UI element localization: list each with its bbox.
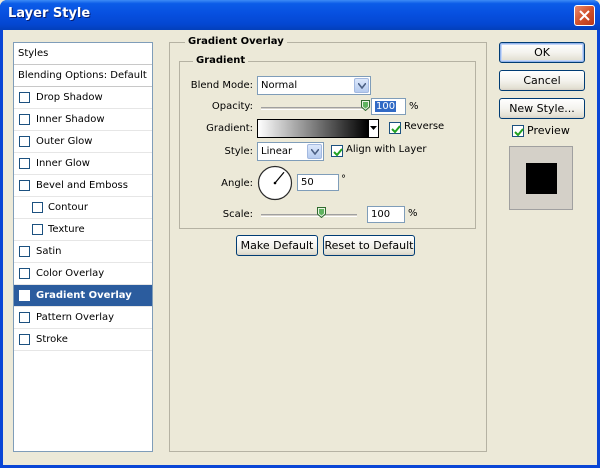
style-item-inner-shadow[interactable]: Inner Shadow bbox=[14, 109, 152, 131]
scale-label: Scale: bbox=[222, 209, 253, 220]
style-item-label: Color Overlay bbox=[36, 268, 105, 279]
style-value: Linear bbox=[261, 146, 293, 157]
style-item-label: Stroke bbox=[36, 334, 68, 345]
styles-list: Styles Blending Options: Default Drop Sh… bbox=[13, 42, 153, 452]
scale-value: 100 bbox=[371, 209, 391, 220]
styles-header[interactable]: Styles bbox=[14, 43, 152, 65]
reverse-check-box[interactable] bbox=[389, 122, 401, 134]
angle-dial[interactable] bbox=[257, 165, 293, 201]
style-select[interactable]: Linear bbox=[257, 142, 324, 161]
style-item-label: Bevel and Emboss bbox=[36, 180, 128, 191]
style-item-satin[interactable]: Satin bbox=[14, 241, 152, 263]
dialog-body: Styles Blending Options: Default Drop Sh… bbox=[3, 30, 597, 465]
style-item-label: Outer Glow bbox=[36, 136, 93, 147]
style-checkbox[interactable] bbox=[32, 202, 43, 213]
style-item-label: Inner Shadow bbox=[36, 114, 105, 125]
angle-label: Angle: bbox=[221, 178, 253, 189]
style-item-label: Inner Glow bbox=[36, 158, 90, 169]
style-item-label: Contour bbox=[48, 202, 88, 213]
checkmark-icon bbox=[391, 125, 401, 134]
close-icon bbox=[579, 10, 590, 21]
blend-mode-select[interactable]: Normal bbox=[257, 76, 371, 95]
style-item-inner-glow[interactable]: Inner Glow bbox=[14, 153, 152, 175]
opacity-value: 100 bbox=[375, 101, 397, 112]
style-checkbox[interactable] bbox=[19, 268, 30, 279]
preview-thumbnail bbox=[509, 146, 573, 210]
blending-options-item[interactable]: Blending Options: Default bbox=[14, 65, 152, 87]
style-item-label: Drop Shadow bbox=[36, 92, 103, 103]
new-style-button[interactable]: New Style... bbox=[499, 98, 585, 119]
scale-percent: % bbox=[408, 208, 418, 219]
style-item-label: Gradient Overlay bbox=[36, 290, 132, 301]
angle-value: 50 bbox=[301, 177, 314, 188]
close-button[interactable] bbox=[574, 5, 595, 26]
style-item-stroke[interactable]: Stroke bbox=[14, 329, 152, 351]
preview-check-box[interactable] bbox=[512, 125, 524, 137]
style-checkbox[interactable] bbox=[19, 136, 30, 147]
angle-input[interactable]: 50 bbox=[297, 174, 339, 191]
style-item-outer-glow[interactable]: Outer Glow bbox=[14, 131, 152, 153]
chevron-down-icon bbox=[358, 83, 366, 89]
blend-mode-value: Normal bbox=[261, 80, 298, 91]
opacity-input[interactable]: 100 bbox=[371, 98, 406, 115]
checkmark-icon bbox=[514, 128, 524, 137]
style-item-color-overlay[interactable]: Color Overlay bbox=[14, 263, 152, 285]
opacity-slider-thumb[interactable] bbox=[360, 100, 370, 111]
layer-style-window: Layer Style Styles Blending Options: Def… bbox=[0, 0, 600, 468]
checkmark-icon bbox=[333, 148, 343, 157]
style-item-label: Pattern Overlay bbox=[36, 312, 115, 323]
style-checkbox[interactable] bbox=[32, 224, 43, 235]
gradient-dropdown-button[interactable] bbox=[368, 119, 379, 138]
style-item-pattern-overlay[interactable]: Pattern Overlay bbox=[14, 307, 152, 329]
scale-input[interactable]: 100 bbox=[367, 206, 405, 223]
align-label: Align with Layer bbox=[346, 144, 427, 155]
style-checkbox[interactable] bbox=[19, 158, 30, 169]
title-bar[interactable]: Layer Style bbox=[0, 0, 600, 30]
style-item-label: Satin bbox=[36, 246, 62, 257]
gradient-label: Gradient: bbox=[206, 123, 253, 134]
style-checkbox[interactable] bbox=[19, 180, 30, 191]
scale-slider[interactable] bbox=[261, 214, 357, 217]
style-item-gradient-overlay[interactable]: Gradient Overlay bbox=[14, 285, 152, 307]
opacity-slider[interactable] bbox=[261, 107, 365, 110]
chevron-down-icon bbox=[311, 149, 319, 155]
panel-title: Gradient Overlay bbox=[185, 36, 287, 47]
opacity-label: Opacity: bbox=[211, 101, 253, 112]
style-checkbox[interactable] bbox=[19, 246, 30, 257]
style-item-bevel-and-emboss[interactable]: Bevel and Emboss bbox=[14, 175, 152, 197]
chevron-down-icon bbox=[370, 126, 377, 130]
opacity-percent: % bbox=[409, 101, 419, 112]
checkmark-icon bbox=[21, 292, 30, 301]
group-title: Gradient bbox=[193, 55, 249, 66]
style-label: Style: bbox=[224, 146, 254, 157]
style-checkbox[interactable] bbox=[19, 334, 30, 345]
make-default-button[interactable]: Make Default bbox=[236, 235, 318, 256]
ok-button[interactable]: OK bbox=[499, 42, 585, 63]
style-item-texture[interactable]: Texture bbox=[14, 219, 152, 241]
style-item-label: Texture bbox=[48, 224, 85, 235]
window-title: Layer Style bbox=[8, 6, 91, 21]
style-checkbox[interactable] bbox=[19, 290, 30, 301]
dropdown-button[interactable] bbox=[307, 144, 322, 159]
dropdown-button[interactable] bbox=[354, 78, 369, 93]
style-checkbox[interactable] bbox=[19, 92, 30, 103]
style-checkbox[interactable] bbox=[19, 312, 30, 323]
style-checkbox[interactable] bbox=[19, 114, 30, 125]
gradient-swatch[interactable] bbox=[257, 119, 369, 138]
degree-symbol: ° bbox=[341, 174, 346, 185]
reverse-label: Reverse bbox=[404, 121, 445, 132]
align-check-box[interactable] bbox=[331, 145, 343, 157]
reset-to-default-button[interactable]: Reset to Default bbox=[323, 235, 415, 256]
blend-mode-label: Blend Mode: bbox=[190, 80, 253, 91]
preview-swatch bbox=[526, 163, 557, 194]
preview-label: Preview bbox=[527, 124, 570, 137]
scale-slider-thumb[interactable] bbox=[316, 207, 326, 218]
style-item-drop-shadow[interactable]: Drop Shadow bbox=[14, 87, 152, 109]
cancel-button[interactable]: Cancel bbox=[499, 70, 585, 91]
style-item-contour[interactable]: Contour bbox=[14, 197, 152, 219]
